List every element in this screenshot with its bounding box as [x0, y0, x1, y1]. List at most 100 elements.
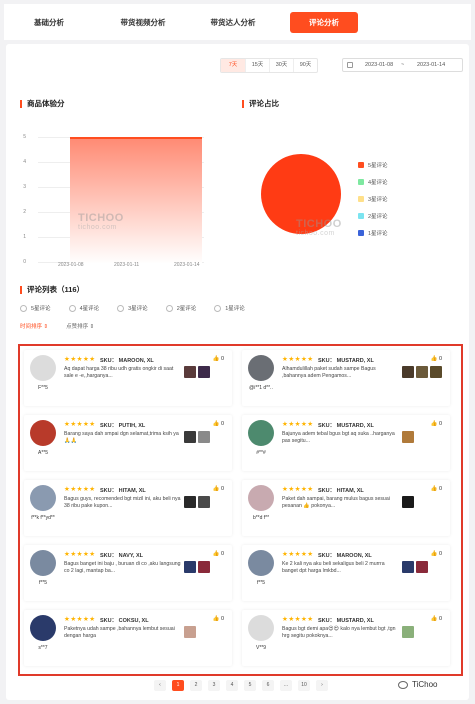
like-count[interactable]: 👍 0 [431, 616, 442, 622]
y-tick-label: 1 [23, 234, 26, 240]
review-card[interactable]: F**5 ★★★★★ SKU： MAROON, XL 👍 0 Aq dapat harg… [24, 350, 232, 406]
legend-item[interactable]: 1星评论 [358, 224, 388, 241]
review-photo[interactable] [184, 561, 196, 573]
review-card[interactable]: s**7 ★★★★★ SKU： COKSU, XL 👍 0 Paketnya udah … [24, 610, 232, 666]
sku-label: SKU： MAROON, XL [100, 358, 154, 364]
filter-3-star[interactable]: 3星评论 [117, 304, 148, 312]
range-15d-button[interactable]: 15天 [245, 59, 269, 72]
brand-mark: TiChoo [398, 680, 438, 689]
review-photo[interactable] [402, 561, 414, 573]
like-count[interactable]: 👍 0 [213, 356, 224, 362]
range-30d-button[interactable]: 30天 [269, 59, 293, 72]
x-tick-label: 2023-01-14 [174, 262, 200, 268]
avatar [248, 355, 274, 381]
star-rating: ★★★★★ [282, 486, 314, 493]
radio-icon [214, 304, 222, 312]
page-button[interactable]: 10 [298, 680, 310, 691]
thumbs-up-icon: 👍 [212, 616, 220, 622]
review-card[interactable]: V**9 ★★★★★ SKU： MUSTARD, XL 👍 0 Bagus bgt de… [242, 610, 450, 666]
tab-review-analysis[interactable]: 评论分析 [290, 11, 358, 33]
review-photo[interactable] [198, 561, 210, 573]
y-tick-label: 5 [23, 134, 26, 140]
range-90d-button[interactable]: 90天 [293, 59, 317, 72]
review-card[interactable]: f**5 ★★★★★ SKU： MAROON, XL 👍 0 Ke 2 kali nya… [242, 545, 450, 601]
star-filter-group: 5星评论 4星评论 3星评论 2星评论 1星评论 [20, 304, 263, 312]
review-photo[interactable] [198, 431, 210, 443]
star-rating: ★★★★★ [64, 551, 96, 558]
tab-video-analysis[interactable]: 带货视频分析 [114, 12, 172, 33]
filter-4-star[interactable]: 4星评论 [68, 304, 99, 312]
review-photo[interactable] [416, 561, 428, 573]
like-count[interactable]: 👍 0 [213, 616, 224, 622]
y-tick-label: 0 [23, 259, 26, 265]
filter-5-star[interactable]: 5星评论 [20, 304, 51, 312]
sku-label: SKU： PUTIH, XL [100, 423, 146, 429]
review-card[interactable]: @i**1 d**.. ★★★★★ SKU： MUSTARD, XL 👍 0 Alham… [242, 350, 450, 406]
like-count[interactable]: 👍 0 [213, 486, 224, 492]
page-button[interactable]: 6 [262, 680, 274, 691]
watermark-logo: TICHOO tichoo.com [78, 212, 124, 231]
review-list-title: 评论列表（116） [20, 286, 84, 294]
legend-item[interactable]: 5星评论 [358, 156, 388, 173]
range-selector: 7天 15天 30天 90天 [220, 58, 318, 73]
range-7d-button[interactable]: 7天 [221, 59, 245, 72]
page-button[interactable]: ... [280, 680, 292, 691]
filter-2-star[interactable]: 2星评论 [165, 304, 196, 312]
review-photo[interactable] [402, 496, 414, 508]
review-photo[interactable] [184, 626, 196, 638]
sku-label: SKU： HITAM, XL [100, 488, 146, 494]
review-photo[interactable] [416, 366, 428, 378]
review-card[interactable]: b**d f** ★★★★★ SKU： HITAM, XL 👍 0 Paket dah … [242, 480, 450, 536]
next-page-button[interactable]: › [316, 680, 328, 691]
star-rating: ★★★★★ [282, 421, 314, 428]
review-photo[interactable] [402, 626, 414, 638]
tab-basic-analysis[interactable]: 基础分析 [26, 12, 72, 33]
review-card[interactable]: A**5 ★★★★★ SKU： PUTIH, XL 👍 0 Barang saya da… [24, 415, 232, 471]
page-button[interactable]: 1 [172, 680, 184, 691]
like-count[interactable]: 👍 0 [213, 421, 224, 427]
review-photo[interactable] [184, 496, 196, 508]
legend-item[interactable]: 4星评论 [358, 173, 388, 190]
date-range-picker[interactable]: 2023-01-08 ~ 2023-01-14 [342, 58, 463, 72]
review-photo[interactable] [402, 366, 414, 378]
like-count[interactable]: 👍 0 [431, 356, 442, 362]
star-rating: ★★★★★ [64, 356, 96, 363]
like-count[interactable]: 👍 0 [213, 551, 224, 557]
pie-legend: 5星评论 4星评论 3星评论 2星评论 1星评论 [358, 156, 388, 241]
reviewer-name: f**5 [38, 580, 48, 586]
sku-label: SKU： MAROON, XL [318, 553, 372, 559]
page-button[interactable]: 2 [190, 680, 202, 691]
review-photo[interactable] [198, 366, 210, 378]
review-card[interactable]: f**5 ★★★★★ SKU： NAVY, XL 👍 0 Bagus banget in… [24, 545, 232, 601]
sort-by-time[interactable]: 时间排序 ⇕ [20, 322, 48, 330]
reviewer-name: A**5 [37, 450, 48, 456]
star-rating: ★★★★★ [64, 486, 96, 493]
avatar [30, 485, 56, 511]
thumbs-up-icon: 👍 [212, 356, 220, 362]
filter-1-star[interactable]: 1星评论 [214, 304, 245, 312]
sort-by-likes[interactable]: 点赞排序 ⇕ [66, 322, 94, 330]
y-tick-label: 2 [23, 209, 26, 215]
prev-page-button[interactable]: ‹ [154, 680, 166, 691]
legend-item[interactable]: 3星评论 [358, 190, 388, 207]
review-photo[interactable] [198, 496, 210, 508]
legend-swatch [358, 212, 364, 219]
review-photo[interactable] [402, 431, 414, 443]
review-photo[interactable] [184, 431, 196, 443]
legend-item[interactable]: 2星评论 [358, 207, 388, 224]
tab-influencer-analysis[interactable]: 带货达人分析 [204, 12, 262, 33]
like-count[interactable]: 👍 0 [431, 421, 442, 427]
x-tick-label: 2023-01-11 [114, 262, 140, 268]
review-photo[interactable] [184, 366, 196, 378]
avatar [248, 615, 274, 641]
page-button[interactable]: 3 [208, 680, 220, 691]
like-count[interactable]: 👍 0 [431, 486, 442, 492]
star-rating: ★★★★★ [282, 356, 314, 363]
like-count[interactable]: 👍 0 [431, 551, 442, 557]
review-text: Bagus guys, recomended bgt mizil ini, ak… [64, 496, 181, 509]
page-button[interactable]: 4 [226, 680, 238, 691]
review-photo[interactable] [430, 366, 442, 378]
review-card[interactable]: f**k f**yd** ★★★★★ SKU： HITAM, XL 👍 0 Bagus … [24, 480, 232, 536]
page-button[interactable]: 5 [244, 680, 256, 691]
review-card[interactable]: #**# ★★★★★ SKU： MUSTARD, XL 👍 0 Bajunya adem… [242, 415, 450, 471]
